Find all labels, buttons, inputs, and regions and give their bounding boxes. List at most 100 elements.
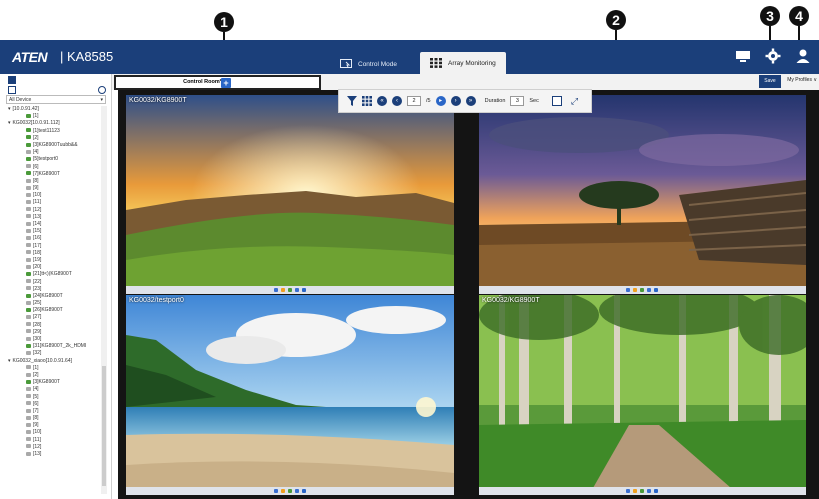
- tree-port[interactable]: [4]: [6, 149, 100, 156]
- device-filter-select[interactable]: All Device ▾: [6, 95, 106, 104]
- monitor-pane-2[interactable]: [479, 95, 806, 294]
- port-status-icon: [26, 264, 31, 269]
- tree-port[interactable]: [4]: [6, 386, 100, 393]
- tree-port[interactable]: [9]: [6, 422, 100, 429]
- port-status-icon: [26, 142, 31, 147]
- expand-icon[interactable]: ▾: [8, 106, 11, 112]
- my-profiles-dropdown[interactable]: My Profiles ∨: [787, 77, 817, 83]
- port-status-icon: [26, 372, 31, 377]
- monitor-icon[interactable]: [735, 48, 751, 64]
- tree-port[interactable]: [20]: [6, 264, 100, 271]
- play-icon[interactable]: ▸: [435, 96, 446, 106]
- list-view-icon[interactable]: [8, 76, 16, 84]
- tree-port[interactable]: [27]: [6, 314, 100, 321]
- tab-array-monitoring[interactable]: Array Monitoring: [420, 52, 506, 74]
- refresh-icon[interactable]: [98, 86, 106, 94]
- tree-port[interactable]: [21]tt<)(KG8900T: [6, 271, 100, 278]
- tree-device[interactable]: ▾ KG0032_xiaoo[10.0.91.64]: [6, 358, 100, 365]
- tree-port[interactable]: [10]: [6, 192, 100, 199]
- tree-port[interactable]: [26]KG8900T: [6, 307, 100, 314]
- aten-logo: ATEN: [12, 49, 48, 65]
- tree-port[interactable]: [7]: [6, 408, 100, 415]
- expand-icon[interactable]: ▾: [8, 120, 11, 126]
- tree-port[interactable]: [30]: [6, 336, 100, 343]
- tree-port[interactable]: [3]KG8900T: [6, 379, 100, 386]
- tree-port[interactable]: [6]: [6, 401, 100, 408]
- scroll-thumb[interactable]: [102, 366, 106, 486]
- tree-port[interactable]: [8]: [6, 415, 100, 422]
- tree-label: [4]: [33, 386, 39, 393]
- duration-label: Duration: [484, 98, 506, 104]
- port-status-icon: [26, 315, 31, 320]
- duration-input[interactable]: 3: [510, 96, 525, 106]
- tree-port[interactable]: [3]KG8900Tuubb&&: [6, 142, 100, 149]
- layout-grid-icon[interactable]: [362, 96, 372, 106]
- tree-port[interactable]: [29]: [6, 329, 100, 336]
- tree-port[interactable]: [1]: [6, 365, 100, 372]
- save-button[interactable]: Save: [759, 75, 781, 88]
- filter-icon[interactable]: [347, 96, 357, 106]
- first-page-icon[interactable]: «: [377, 96, 387, 106]
- tree-scrollbar[interactable]: [101, 106, 107, 494]
- tree-label: [22]: [33, 278, 42, 285]
- monitor-pane-1[interactable]: KG0032/KG8900T: [126, 95, 454, 294]
- tree-port[interactable]: [5]testport0: [6, 156, 100, 163]
- tree-port[interactable]: [7]KG8900T: [6, 171, 100, 178]
- tree-port[interactable]: [10]: [6, 429, 100, 436]
- tree-port[interactable]: [13]: [6, 214, 100, 221]
- tree-port[interactable]: [18]: [6, 250, 100, 257]
- add-tab-button[interactable]: +: [221, 78, 231, 88]
- tree-port[interactable]: [11]: [6, 199, 100, 206]
- tree-port[interactable]: [19]: [6, 257, 100, 264]
- tree-port[interactable]: [15]: [6, 228, 100, 235]
- tree-port[interactable]: [2]: [6, 135, 100, 142]
- port-status-icon: [26, 221, 31, 226]
- tree-port[interactable]: [14]: [6, 221, 100, 228]
- edit-icon[interactable]: [551, 96, 562, 106]
- tree-port[interactable]: [31]KG8900T_2k_HDMI: [6, 343, 100, 350]
- tree-port[interactable]: [17]: [6, 243, 100, 250]
- tree-port[interactable]: [1]: [6, 113, 100, 120]
- control-room-tab[interactable]: Control Room* +: [114, 75, 321, 90]
- tree-port[interactable]: [9]: [6, 185, 100, 192]
- tree-label: [15]: [33, 228, 42, 235]
- tree-label: [10]: [33, 429, 42, 436]
- tree-view-icon[interactable]: [8, 86, 16, 94]
- page-input[interactable]: 2: [407, 96, 421, 106]
- tree-port[interactable]: [1]test11123: [6, 128, 100, 135]
- monitor-pane-4[interactable]: KG0032/KG8900T: [479, 295, 806, 495]
- tree-port[interactable]: [11]: [6, 437, 100, 444]
- tree-label: [9]: [33, 185, 39, 192]
- device-panel: All Device ▾ ▾ [10.0.91.42] [1] ▾ KG0032[10.…: [0, 74, 112, 499]
- port-status-icon: [26, 437, 31, 442]
- monitor-pane-3[interactable]: KG0032/testport0: [126, 295, 454, 495]
- tree-port[interactable]: [16]: [6, 235, 100, 242]
- expand-icon[interactable]: ▾: [8, 358, 11, 364]
- tree-port[interactable]: [23]: [6, 286, 100, 293]
- fullscreen-icon[interactable]: ⤢: [571, 96, 578, 107]
- tree-port[interactable]: [25]: [6, 300, 100, 307]
- tab-control-mode[interactable]: Control Mode: [330, 54, 416, 74]
- tree-port[interactable]: [24]KG8900T: [6, 293, 100, 300]
- next-page-icon[interactable]: ›: [450, 96, 461, 106]
- tree-port[interactable]: [5]: [6, 394, 100, 401]
- tree-port[interactable]: [12]: [6, 444, 100, 451]
- last-page-icon[interactable]: »: [465, 96, 476, 106]
- port-status-icon: [26, 192, 31, 197]
- tree-device[interactable]: ▾ [10.0.91.42]: [6, 106, 100, 113]
- tree-device[interactable]: ▾ KG0032[10.0.91.112]: [6, 120, 100, 127]
- tree-port[interactable]: [6]: [6, 164, 100, 171]
- tree-port[interactable]: [12]: [6, 207, 100, 214]
- prev-page-icon[interactable]: ‹: [392, 96, 402, 106]
- port-status-icon: [26, 214, 31, 219]
- tree-port[interactable]: [2]: [6, 372, 100, 379]
- tree-label: [12]: [33, 443, 42, 450]
- tree-port[interactable]: [32]: [6, 350, 100, 357]
- gear-icon[interactable]: [765, 48, 781, 64]
- tree-port[interactable]: [22]: [6, 279, 100, 286]
- user-icon[interactable]: [795, 48, 811, 64]
- tree-label: [14]: [33, 221, 42, 227]
- tree-port[interactable]: [8]: [6, 178, 100, 185]
- tree-port[interactable]: [13]: [6, 451, 100, 458]
- tree-port[interactable]: [28]: [6, 322, 100, 329]
